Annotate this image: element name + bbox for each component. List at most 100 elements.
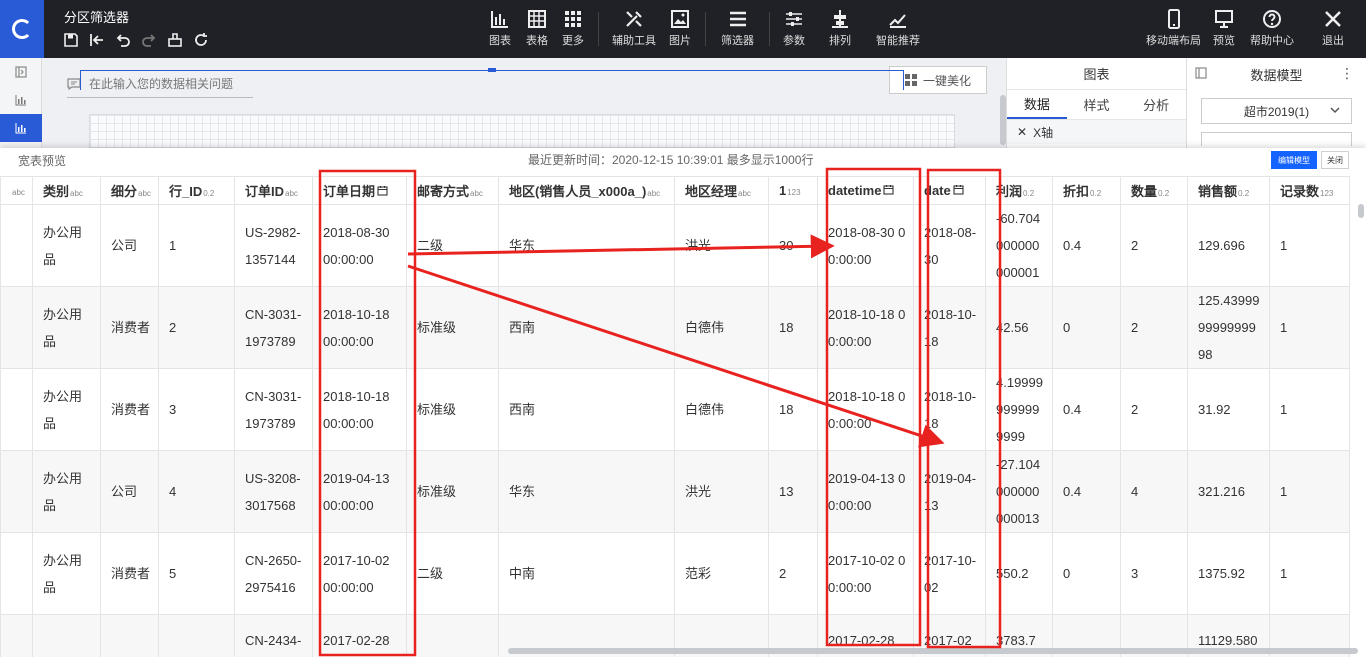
table-cell: 二级	[406, 532, 499, 615]
horizontal-scrollbar[interactable]	[508, 648, 1358, 654]
column-type-tag: abc	[470, 189, 483, 198]
table-cell: 0	[1052, 532, 1121, 615]
column-header[interactable]: 销售额0.2	[1187, 176, 1270, 205]
column-header-label: 记录数	[1280, 184, 1320, 199]
quick-actions	[62, 31, 210, 49]
tab-analysis[interactable]: 分析	[1126, 90, 1186, 119]
column-header-label: 邮寄方式	[417, 184, 470, 199]
data-model-panel: 数据模型 ⋮ 超市2019(1)	[1186, 58, 1366, 148]
mobile-layout-tool[interactable]: 移动端布局	[1146, 9, 1201, 48]
chart-properties-panel: 图表 数据 样式 分析 ✕ X轴	[1006, 58, 1186, 148]
more-options-icon[interactable]: ⋮	[1340, 65, 1354, 82]
table-row[interactable]: 办公用品 公司 1 US-2982-1357144 2018-08-30 00:00:0…	[0, 204, 1350, 287]
resize-handle[interactable]	[488, 68, 496, 72]
format-painter-icon[interactable]	[166, 31, 184, 49]
column-header[interactable]: 订单日期	[312, 176, 407, 205]
x-axis-section[interactable]: ✕ X轴	[1007, 120, 1186, 144]
chart-panel-tabs: 数据 样式 分析	[1007, 90, 1186, 120]
exit-tool[interactable]: 退出	[1322, 9, 1344, 48]
back-exit-icon[interactable]	[88, 31, 106, 49]
aux-tools-tool[interactable]: 辅助工具	[612, 9, 656, 48]
table-cell: 125.439999999999998	[1187, 286, 1270, 369]
column-header[interactable]: 地区经理abc	[674, 176, 769, 205]
arrange-tool[interactable]: 排列	[829, 9, 851, 48]
table-cell: 办公用品	[32, 204, 101, 287]
column-header[interactable]: 记录数123	[1269, 176, 1350, 205]
table-cell	[406, 614, 499, 657]
table-cell: CN-3031-1973789	[234, 368, 313, 451]
column-header-label: 数量	[1131, 184, 1158, 199]
column-header[interactable]: 利润0.2	[985, 176, 1053, 205]
sidebar-chart-item-active[interactable]	[0, 114, 42, 142]
table-row[interactable]: 办公用品 消费者 2 CN-3031-1973789 2018-10-18 00:00:…	[0, 286, 1350, 369]
column-header-label: 利润	[996, 184, 1023, 199]
table-cell: 5	[158, 532, 235, 615]
trend-chart-icon	[889, 14, 906, 28]
table-cell	[100, 614, 159, 657]
table-row[interactable]: 办公用品 消费者 5 CN-2650-2975416 2017-10-02 00:00:…	[0, 532, 1350, 615]
save-icon[interactable]	[62, 31, 80, 49]
table-cell: 洪光	[674, 204, 769, 287]
collapse-panel-button[interactable]	[0, 58, 42, 86]
table-cell: 公司	[100, 204, 159, 287]
picture-tool[interactable]: 图片	[669, 9, 691, 48]
column-header[interactable]: 折扣0.2	[1052, 176, 1121, 205]
help-icon	[1263, 10, 1281, 28]
table-cell: 标准级	[406, 450, 499, 533]
column-header[interactable]: 数量0.2	[1120, 176, 1188, 205]
panel-toggle-icon[interactable]	[1195, 67, 1207, 82]
undo-icon[interactable]	[114, 31, 132, 49]
table-cell: 标准级	[406, 368, 499, 451]
table-cell: 2018-08-30	[913, 204, 986, 287]
table-cell: 31.92	[1187, 368, 1270, 451]
vertical-scrollbar[interactable]	[1358, 204, 1364, 218]
dataset-select[interactable]: 超市2019(1)	[1201, 98, 1352, 124]
top-toolbar: 分区筛选器 图表 表格 更多 辅助工具 图片 筛选器 参数 排列 智能推荐 移动…	[0, 0, 1366, 58]
edit-model-button[interactable]: 编辑模型	[1271, 151, 1317, 169]
app-logo[interactable]	[0, 0, 44, 58]
column-header[interactable]: datetime	[817, 176, 914, 205]
table-cell	[0, 614, 33, 657]
sidebar-chart-item[interactable]	[0, 86, 42, 114]
column-header[interactable]: date	[913, 176, 986, 205]
table-row[interactable]: 办公用品 消费者 3 CN-3031-1973789 2018-10-18 00:00:…	[0, 368, 1350, 451]
column-header-label: 细分	[111, 184, 138, 199]
column-header[interactable]: 1123	[768, 176, 818, 205]
tab-data[interactable]: 数据	[1007, 90, 1067, 119]
table-cell	[0, 204, 33, 287]
selected-widget-frame[interactable]	[80, 70, 904, 90]
more-tool[interactable]: 更多	[562, 9, 584, 48]
filter-tool[interactable]: 筛选器	[721, 9, 754, 48]
table-cell: 西南	[498, 368, 675, 451]
params-tool[interactable]: 参数	[783, 9, 805, 48]
table-cell	[0, 532, 33, 615]
sliders-icon	[786, 12, 802, 26]
preview-tool[interactable]: 预览	[1213, 9, 1235, 48]
chart-tool[interactable]: 图表	[489, 9, 511, 48]
tab-style[interactable]: 样式	[1067, 90, 1127, 119]
column-header[interactable]: 订单IDabc	[234, 176, 313, 205]
column-header[interactable]: 类别abc	[32, 176, 101, 205]
redo-icon[interactable]	[140, 31, 158, 49]
table-cell: 1	[1269, 286, 1350, 369]
column-header[interactable]: abc	[0, 176, 33, 205]
table-row[interactable]: 办公用品 公司 4 US-3208-3017568 2019-04-13 00:00:0…	[0, 450, 1350, 533]
mobile-icon	[1167, 9, 1180, 29]
refresh-icon[interactable]	[192, 31, 210, 49]
table-tool[interactable]: 表格	[526, 9, 548, 48]
table-cell: 公司	[100, 450, 159, 533]
close-preview-button[interactable]: 关闭	[1321, 151, 1349, 169]
column-header[interactable]: 地区(销售人员_x000a_)abc	[498, 176, 675, 205]
table-cell: 消费者	[100, 368, 159, 451]
table-cell: 办公用品	[32, 532, 101, 615]
toolbar-divider	[769, 12, 770, 46]
left-sidebar	[0, 58, 42, 148]
column-header[interactable]: 邮寄方式abc	[406, 176, 499, 205]
field-search-input[interactable]	[1201, 132, 1352, 146]
help-tool[interactable]: 帮助中心	[1250, 9, 1294, 48]
column-header[interactable]: 细分abc	[100, 176, 159, 205]
table-cell: 办公用品	[32, 450, 101, 533]
column-header[interactable]: 行_ID0.2	[158, 176, 235, 205]
table-cell: 0.4	[1052, 204, 1121, 287]
smart-recommend-tool[interactable]: 智能推荐	[876, 9, 920, 48]
